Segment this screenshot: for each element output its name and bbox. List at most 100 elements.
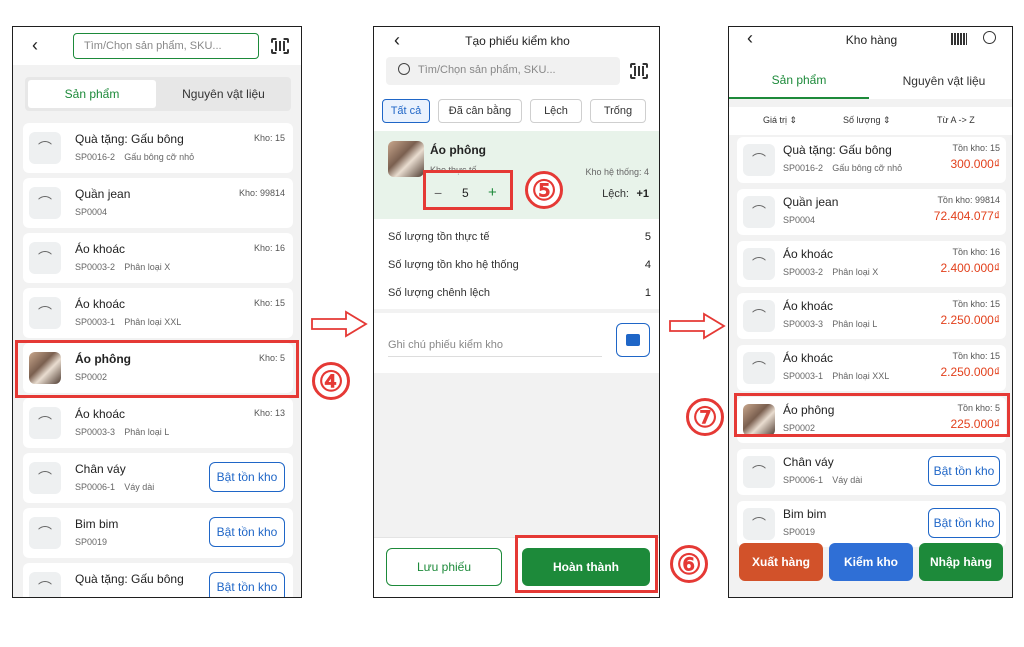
list-item[interactable]: ⌒ Áo khoác SP0003-2 Phân loại X Kho: 16 <box>23 233 293 283</box>
enable-stock-label: Bật tồn kho <box>216 580 278 594</box>
search-icon[interactable] <box>983 31 996 44</box>
inventory-row[interactable]: ⌒ Áo khoác SP0003-2 Phân loại X Tồn kho: 16 2… <box>737 241 1006 287</box>
inventory-row[interactable]: ⌒ Áo khoác SP0003-3 Phân loại L Tồn kho: 15 2… <box>737 293 1006 339</box>
step-7-label: ⑦ <box>692 401 718 433</box>
search-placeholder: Tìm/Chọn sản phẩm, SKU... <box>84 40 222 52</box>
filter-balanced[interactable]: Đã cân bằng <box>438 99 522 123</box>
screen-product-picker: ‹ Tìm/Chọn sản phẩm, SKU... Sản phẩm Ngu… <box>12 26 302 598</box>
search-input[interactable]: Tìm/Chọn sản phẩm, SKU... <box>386 57 620 85</box>
product-placeholder-icon: ⌒ <box>29 242 61 274</box>
item-name: Chân váy <box>783 455 834 469</box>
product-placeholder-icon: ⌒ <box>29 187 61 219</box>
search-placeholder: Tìm/Chọn sản phẩm, SKU... <box>418 64 556 76</box>
summary-system-label: Số lượng tồn kho hệ thống <box>388 259 519 271</box>
import-button[interactable]: Nhập hàng <box>919 543 1003 581</box>
item-value: 2.250.000₫ <box>940 313 1000 327</box>
product-placeholder-icon: ⌒ <box>29 132 61 164</box>
summary-diff-label: Số lượng chênh lệch <box>388 287 491 299</box>
item-name: Bim bim <box>783 507 827 521</box>
product-placeholder-icon: ⌒ <box>743 300 775 332</box>
step-marker-7: ⑦ <box>686 398 724 436</box>
filter-balanced-label: Đã cân bằng <box>448 105 512 117</box>
enable-stock-button[interactable]: Bật tồn kho <box>928 456 1000 486</box>
export-label: Xuất hàng <box>751 555 810 569</box>
barcode-icon[interactable] <box>951 33 967 45</box>
enable-stock-button[interactable]: Bật tồn kho <box>928 508 1000 538</box>
image-upload-button[interactable] <box>616 323 650 357</box>
item-name: Quần jean <box>75 187 131 201</box>
note-input[interactable]: Ghi chú phiếu kiểm kho <box>388 331 602 357</box>
list-item[interactable]: ⌒ Quà tặng: Gấu bông SP0016-2 Gấu bông cỡ n… <box>23 123 293 173</box>
list-item[interactable]: ⌒ Chân váy SP0006-1 Váy dài Bật tồn kho <box>23 453 293 503</box>
sort-alpha[interactable]: Từ A -> Z <box>937 115 975 125</box>
product-placeholder-icon: ⌒ <box>743 456 775 488</box>
enable-stock-button[interactable]: Bật tồn kho <box>209 462 285 492</box>
item-name: Quần jean <box>783 195 839 209</box>
item-stock: Tồn kho: 15 <box>952 351 1000 361</box>
enable-stock-label: Bật tồn kho <box>216 525 278 539</box>
filter-row: Tất cả Đã cân bằng Lệch Trống <box>374 89 659 131</box>
item-sku: SP0016-2 <box>783 163 824 173</box>
list-item[interactable]: ⌒ Áo khoác SP0003-3 Phân loại L Kho: 13 <box>23 398 293 448</box>
enable-stock-button[interactable]: Bật tồn kho <box>209 517 285 547</box>
list-item[interactable]: ⌒ Áo khoác SP0003-1 Phân loại XXL Kho: 15 <box>23 288 293 338</box>
search-input[interactable]: Tìm/Chọn sản phẩm, SKU... <box>73 33 259 59</box>
sort-quantity-label: Số lượng <box>843 115 881 125</box>
export-button[interactable]: Xuất hàng <box>739 543 823 581</box>
item-stock: Tồn kho: 16 <box>952 247 1000 257</box>
item-name: Áo khoác <box>75 407 126 421</box>
item-variant: Gấu bông cỡ nhỏ <box>124 152 195 162</box>
product-placeholder-icon: ⌒ <box>29 517 61 549</box>
page-title: Kho hàng <box>845 33 898 47</box>
screen-stock-check: ‹ Tạo phiếu kiểm kho Tìm/Chọn sản phẩm, … <box>373 26 660 598</box>
save-draft-button[interactable]: Lưu phiếu <box>386 548 502 586</box>
item-sku: SP0019 <box>783 527 816 537</box>
filter-empty[interactable]: Trống <box>590 99 646 123</box>
filter-all[interactable]: Tất cả <box>382 99 430 123</box>
enable-stock-label: Bật tồn kho <box>933 516 995 530</box>
inventory-row[interactable]: ⌒ Áo khoác SP0003-1 Phân loại XXL Tồn kho: 1… <box>737 345 1006 391</box>
scan-icon[interactable] <box>630 63 648 79</box>
list-item[interactable]: ⌒ Bim bim SP0019 Bật tồn kho <box>23 508 293 558</box>
search-bar-row: Tìm/Chọn sản phẩm, SKU... <box>374 53 659 89</box>
item-stock: Tồn kho: 15 <box>952 299 1000 309</box>
item-sku: SP0003-2 <box>75 262 116 272</box>
step-6-label: ⑥ <box>676 548 702 580</box>
step-marker-6: ⑥ <box>670 545 708 583</box>
item-stock: Kho: 16 <box>253 243 285 253</box>
tab-materials[interactable]: Nguyên vật liệu <box>159 80 288 108</box>
tab-materials-label: Nguyên vật liệu <box>902 74 986 88</box>
diff-value: +1 <box>636 188 649 200</box>
item-variant: Gấu bông cỡ nhỏ <box>832 163 903 173</box>
tab-products[interactable]: Sản phẩm <box>28 80 156 108</box>
tab-products[interactable]: Sản phẩm <box>729 63 869 99</box>
list-item[interactable]: ⌒ Quần jean SP0004 Kho: 99814 <box>23 178 293 228</box>
list-item[interactable]: ⌒ Quà tặng: Gấu bông Bật tồn kho <box>23 563 293 597</box>
step-marker-5: ⑤ <box>525 171 563 209</box>
picker-header: ‹ Tìm/Chọn sản phẩm, SKU... <box>13 27 301 65</box>
item-sku: SP0003-1 <box>783 371 824 381</box>
enable-stock-button[interactable]: Bật tồn kho <box>209 572 285 597</box>
item-variant: Phân loại X <box>124 262 171 272</box>
item-sku: SP0019 <box>75 537 108 547</box>
screen-inventory: ‹ Kho hàng Sản phẩm Nguyên vật liệu Giá … <box>728 26 1013 598</box>
sort-value[interactable]: Giá trị ⇕ <box>763 115 797 126</box>
filter-deviation[interactable]: Lệch <box>530 99 582 123</box>
step-5-label: ⑤ <box>531 174 557 206</box>
stock-check-label: Kiểm kho <box>843 555 898 569</box>
stock-check-button[interactable]: Kiểm kho <box>829 543 913 581</box>
tab-materials[interactable]: Nguyên vật liệu <box>874 63 1012 99</box>
inventory-row[interactable]: ⌒ Quà tặng: Gấu bông SP0016-2 Gấu bông cỡ n… <box>737 137 1006 183</box>
item-value: 72.404.077₫ <box>933 209 1000 223</box>
item-variant: Phân loại XXL <box>832 371 890 381</box>
item-variant: Phân loại L <box>124 427 170 437</box>
back-icon[interactable]: ‹ <box>25 35 45 55</box>
scan-icon[interactable] <box>271 38 289 54</box>
item-variant: Phân loại X <box>832 267 879 277</box>
item-name: Quà tặng: Gấu bông <box>75 132 184 146</box>
inventory-row[interactable]: ⌒ Chân váy SP0006-1 Váy dài Bật tồn kho <box>737 449 1006 495</box>
inventory-row[interactable]: ⌒ Quần jean SP0004 Tồn kho: 99814 72.404.077… <box>737 189 1006 235</box>
highlight-inventory-item <box>734 393 1010 437</box>
sort-quantity[interactable]: Số lượng ⇕ <box>843 115 891 126</box>
save-draft-label: Lưu phiếu <box>416 560 472 574</box>
